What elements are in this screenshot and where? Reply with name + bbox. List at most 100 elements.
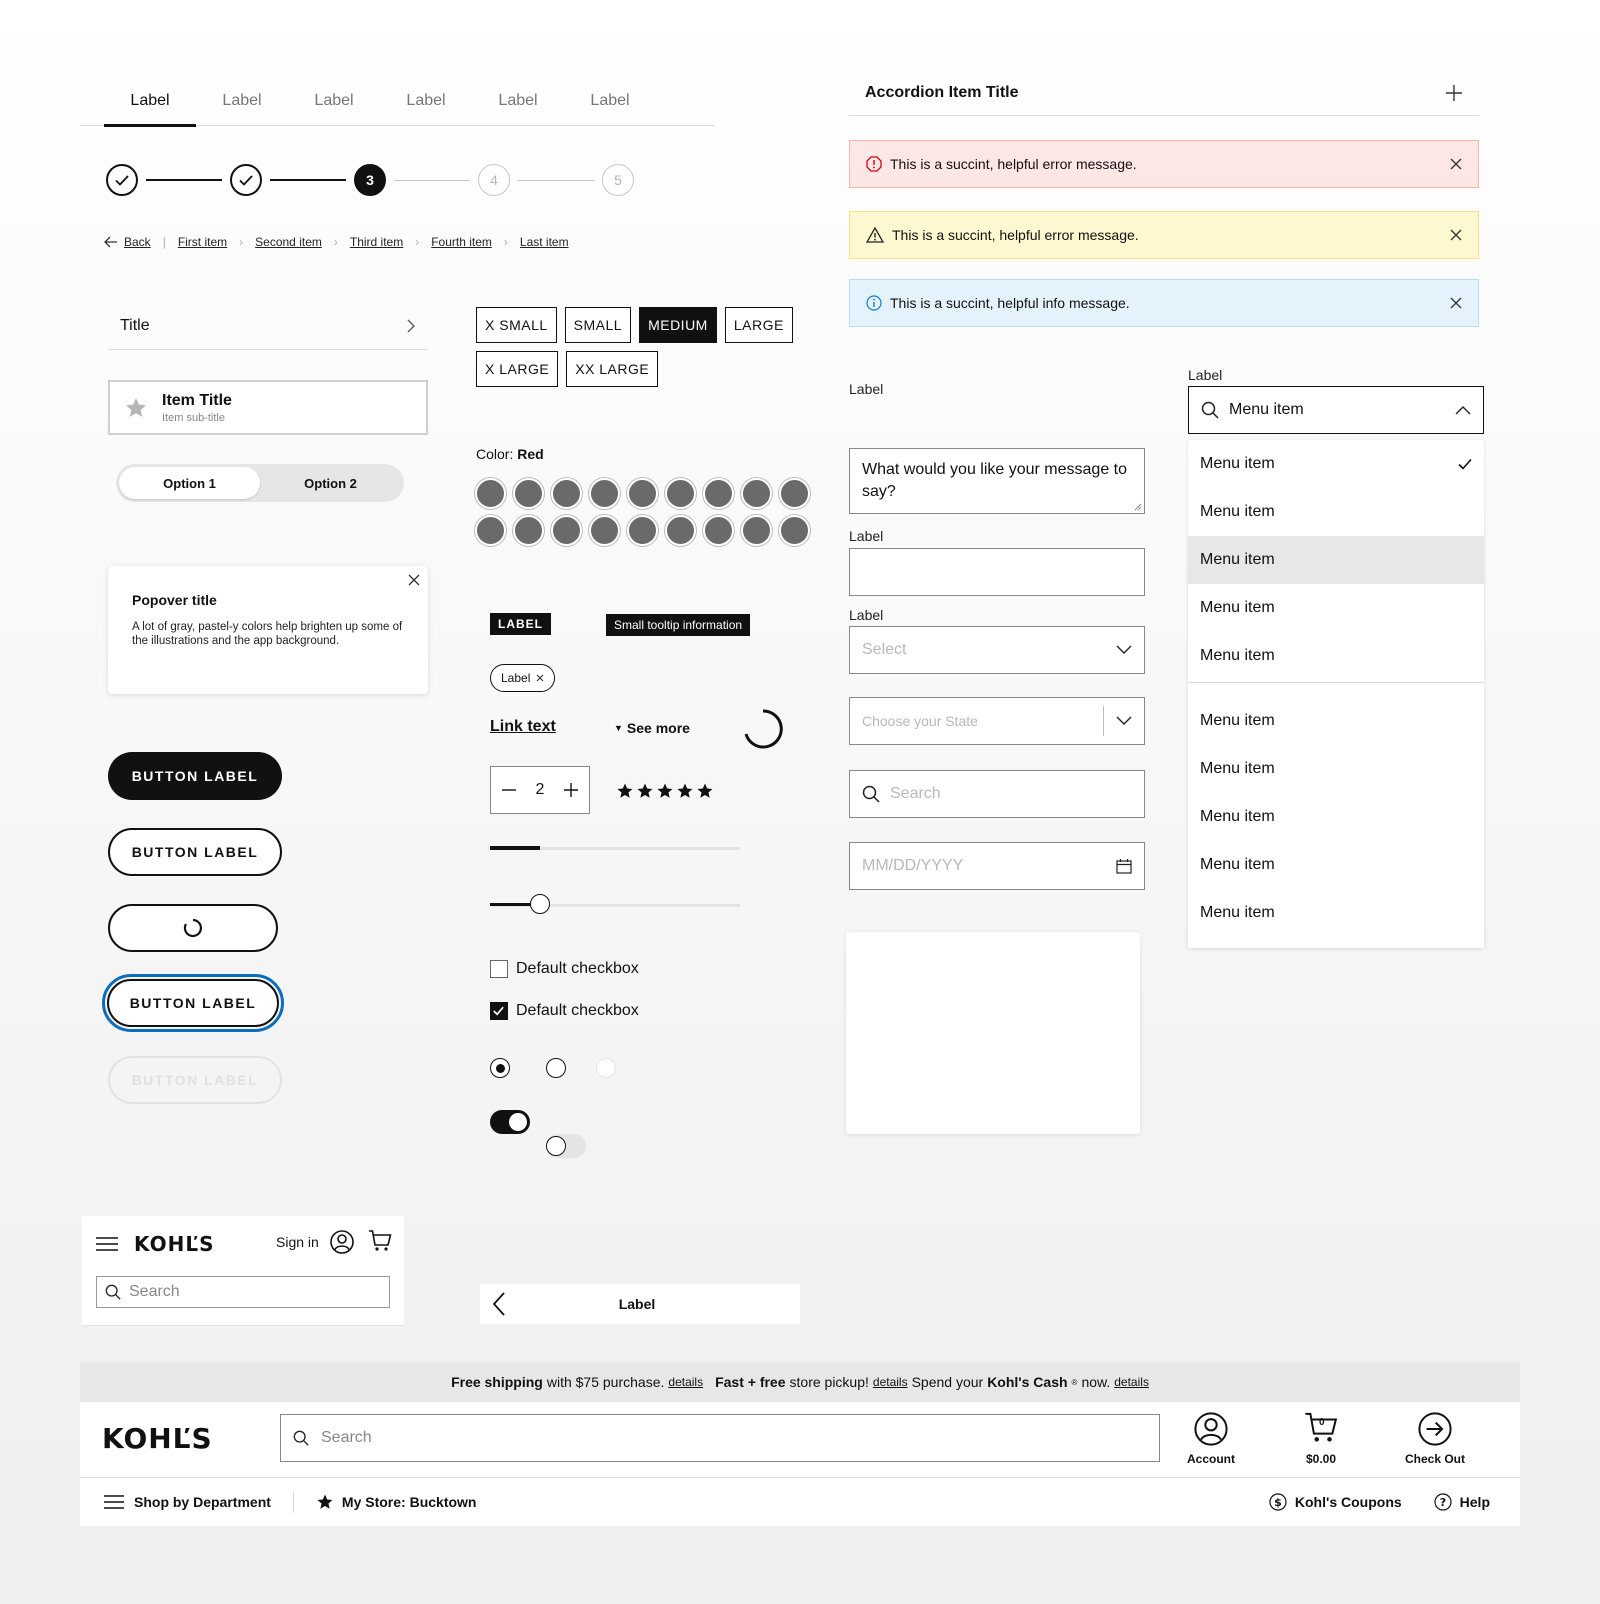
breadcrumb-link[interactable]: Fourth item xyxy=(431,235,492,249)
color-swatch[interactable] xyxy=(513,515,544,546)
message-textarea[interactable]: What would you like your message to say? xyxy=(849,448,1145,514)
close-icon[interactable] xyxy=(408,574,420,586)
tab-2[interactable]: Label xyxy=(196,78,288,125)
size-option[interactable]: X SMALL xyxy=(476,307,557,343)
tab-6[interactable]: Label xyxy=(564,78,656,125)
item-card[interactable]: Item Title Item sub-title xyxy=(108,380,428,435)
breadcrumb-link[interactable]: First item xyxy=(178,235,227,249)
text-link[interactable]: Link text xyxy=(490,718,556,736)
color-swatch[interactable] xyxy=(703,515,734,546)
tab-3[interactable]: Label xyxy=(288,78,380,125)
color-swatch[interactable] xyxy=(741,478,772,509)
color-swatch[interactable] xyxy=(551,515,582,546)
menu-item[interactable]: Menu item xyxy=(1188,889,1484,937)
menu-item[interactable]: Menu item xyxy=(1188,584,1484,632)
slider[interactable] xyxy=(490,894,740,914)
filter-chip[interactable]: Label xyxy=(490,664,556,692)
size-option[interactable]: LARGE xyxy=(724,307,793,343)
search-input[interactable]: Search xyxy=(849,770,1145,818)
loading-button[interactable] xyxy=(108,904,278,952)
menu-item[interactable]: Menu item xyxy=(1188,841,1484,889)
shop-by-department-button[interactable]: Shop by Department xyxy=(104,1494,271,1510)
toggle-off[interactable] xyxy=(546,1134,586,1158)
my-store-button[interactable]: My Store: Bucktown xyxy=(316,1493,476,1511)
breadcrumb-link[interactable]: Third item xyxy=(350,235,403,249)
tab-1[interactable]: Label xyxy=(104,78,196,127)
calendar-icon[interactable] xyxy=(1116,858,1132,874)
color-swatch[interactable] xyxy=(551,478,582,509)
menu-item[interactable]: Menu item xyxy=(1188,488,1484,536)
checkbox-row-checked[interactable]: Default checkbox xyxy=(490,1002,639,1020)
select-dropdown[interactable]: Select xyxy=(849,626,1145,674)
close-icon[interactable] xyxy=(1450,297,1462,309)
secondary-button[interactable]: BUTTON LABEL xyxy=(108,828,282,876)
menu-item-hovered[interactable]: Menu item xyxy=(1188,536,1484,584)
color-swatch[interactable] xyxy=(627,515,658,546)
desktop-search-input[interactable]: Search xyxy=(280,1414,1160,1462)
color-swatch[interactable] xyxy=(475,478,506,509)
resize-handle-icon[interactable] xyxy=(1134,503,1142,511)
color-swatch[interactable] xyxy=(589,478,620,509)
breadcrumb-back-link[interactable]: Back xyxy=(124,235,151,249)
minus-icon[interactable] xyxy=(501,782,517,798)
color-swatch[interactable] xyxy=(779,478,810,509)
color-swatch[interactable] xyxy=(475,515,506,546)
focused-button[interactable]: BUTTON LABEL xyxy=(107,979,279,1027)
step-future[interactable]: 4 xyxy=(478,164,510,196)
radio-unselected[interactable] xyxy=(546,1058,566,1078)
state-select-toggle[interactable] xyxy=(1104,716,1144,726)
close-icon[interactable] xyxy=(1450,229,1462,241)
menu-item[interactable]: Menu item xyxy=(1188,745,1484,793)
chevron-up-icon[interactable] xyxy=(1455,405,1471,415)
color-swatch[interactable] xyxy=(665,515,696,546)
step-complete[interactable] xyxy=(106,164,138,196)
mobile-search-input[interactable]: Search xyxy=(96,1276,390,1308)
kohls-logo[interactable]: KOHĽS xyxy=(102,1422,213,1455)
menu-item-selected[interactable]: Menu item xyxy=(1188,440,1484,488)
menu-item[interactable]: Menu item xyxy=(1188,632,1484,680)
help-link[interactable]: ? Help xyxy=(1434,1493,1490,1511)
step-complete[interactable] xyxy=(230,164,262,196)
checkout-button[interactable]: Check Out xyxy=(1390,1412,1480,1466)
size-option[interactable]: X LARGE xyxy=(476,351,559,387)
menu-item[interactable]: Menu item xyxy=(1188,697,1484,745)
size-option[interactable]: SMALL xyxy=(564,307,632,343)
slider-handle[interactable] xyxy=(530,894,550,914)
list-title-row[interactable]: Title xyxy=(108,302,428,350)
close-icon[interactable] xyxy=(1450,158,1462,170)
coupons-link[interactable]: $ Kohl's Coupons xyxy=(1269,1493,1402,1511)
plus-icon[interactable] xyxy=(563,782,579,798)
step-future[interactable]: 5 xyxy=(602,164,634,196)
details-link[interactable]: details xyxy=(1114,1375,1149,1389)
color-swatch[interactable] xyxy=(779,515,810,546)
size-option-selected[interactable]: MEDIUM xyxy=(639,307,717,343)
segment-option-1[interactable]: Option 1 xyxy=(119,467,260,499)
color-swatch[interactable] xyxy=(513,478,544,509)
cart-icon[interactable] xyxy=(368,1230,392,1252)
kohls-logo[interactable]: KOHĽS xyxy=(134,1232,215,1256)
details-link[interactable]: details xyxy=(668,1375,703,1389)
account-button[interactable]: Account xyxy=(1166,1412,1256,1466)
date-input[interactable]: MM/DD/YYYY xyxy=(849,842,1145,890)
see-more-toggle[interactable]: ▼ See more xyxy=(614,720,690,736)
checkbox-checked[interactable] xyxy=(490,1002,508,1020)
hamburger-menu-icon[interactable] xyxy=(96,1236,118,1252)
tab-4[interactable]: Label xyxy=(380,78,472,125)
accordion-item[interactable]: Accordion Item Title xyxy=(849,70,1479,116)
step-current[interactable]: 3 xyxy=(354,164,386,196)
plus-icon[interactable] xyxy=(1445,84,1463,102)
tab-5[interactable]: Label xyxy=(472,78,564,125)
chevron-left-icon[interactable] xyxy=(492,1292,506,1316)
segment-option-2[interactable]: Option 2 xyxy=(260,467,401,499)
combobox-input[interactable]: Menu item xyxy=(1188,386,1484,434)
sign-in-link[interactable]: Sign in xyxy=(276,1234,319,1250)
cart-button[interactable]: 0 $0.00 xyxy=(1276,1412,1366,1466)
color-swatch[interactable] xyxy=(627,478,658,509)
color-swatch[interactable] xyxy=(589,515,620,546)
radio-selected[interactable] xyxy=(490,1058,510,1078)
details-link[interactable]: details xyxy=(873,1375,908,1389)
breadcrumb-link[interactable]: Second item xyxy=(255,235,322,249)
menu-item[interactable]: Menu item xyxy=(1188,793,1484,841)
account-icon[interactable] xyxy=(330,1230,354,1254)
close-icon[interactable] xyxy=(536,674,544,682)
